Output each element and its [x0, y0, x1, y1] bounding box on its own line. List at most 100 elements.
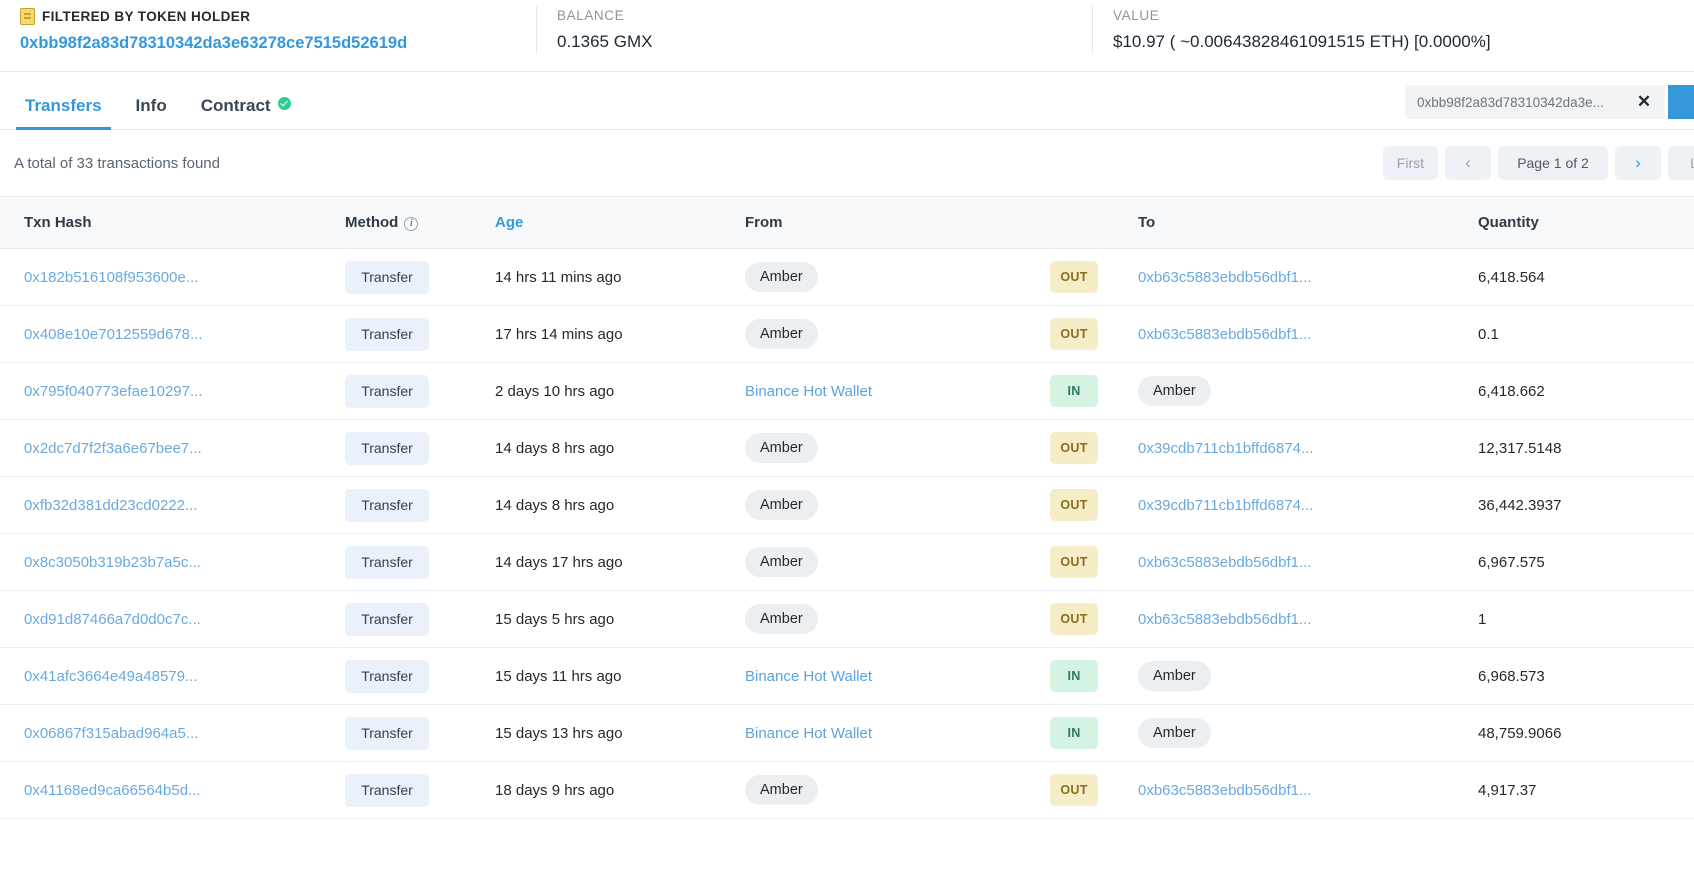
- tab-info[interactable]: Info: [119, 96, 184, 129]
- method-badge[interactable]: Transfer: [345, 432, 429, 465]
- from-address-link[interactable]: Binance Hot Wallet: [745, 383, 872, 400]
- cell-age: 17 hrs 14 mins ago: [485, 306, 735, 363]
- balance-value: 0.1365 GMX: [557, 32, 1062, 52]
- cell-age: 14 hrs 11 mins ago: [485, 249, 735, 306]
- cell-direction: OUT: [1050, 534, 1128, 591]
- column-header-age-label: Age: [495, 214, 523, 231]
- txn-hash-link[interactable]: 0x795f040773efae10297...: [24, 383, 203, 400]
- pagination-prev-button[interactable]: ‹: [1445, 146, 1491, 180]
- to-name-pill[interactable]: Amber: [1138, 661, 1211, 691]
- to-name-pill[interactable]: Amber: [1138, 376, 1211, 406]
- column-header-to[interactable]: To: [1128, 197, 1468, 249]
- txn-hash-link[interactable]: 0xfb32d381dd23cd0222...: [24, 497, 198, 514]
- cell-from: Amber: [735, 477, 1050, 534]
- cell-txn-hash: 0xfb32d381dd23cd0222...: [0, 477, 335, 534]
- to-address-link[interactable]: 0xb63c5883ebdb56dbf1...: [1138, 782, 1312, 799]
- txn-hash-link[interactable]: 0xd91d87466a7d0d0c7c...: [24, 611, 201, 628]
- tab-contract[interactable]: Contract: [184, 96, 308, 129]
- tab-list: Transfers Info Contract: [0, 96, 308, 129]
- balance-label: BALANCE: [557, 8, 1062, 23]
- to-address-link[interactable]: 0xb63c5883ebdb56dbf1...: [1138, 611, 1312, 628]
- cell-txn-hash: 0x408e10e7012559d678...: [0, 306, 335, 363]
- age-text: 15 days 13 hrs ago: [495, 725, 623, 742]
- to-address-link[interactable]: 0xb63c5883ebdb56dbf1...: [1138, 554, 1312, 571]
- to-address-link[interactable]: 0x39cdb711cb1bffd6874...: [1138, 440, 1313, 457]
- token-holder-address-link[interactable]: 0xbb98f2a83d78310342da3e63278ce7515d5261…: [20, 34, 506, 53]
- txn-hash-link[interactable]: 0x06867f315abad964a5...: [24, 725, 198, 742]
- cell-quantity: 48,759.9066: [1468, 705, 1694, 762]
- method-badge[interactable]: Transfer: [345, 717, 429, 750]
- txn-hash-link[interactable]: 0x408e10e7012559d678...: [24, 326, 203, 343]
- column-header-from[interactable]: From: [735, 197, 1050, 249]
- column-header-txn-hash[interactable]: Txn Hash: [0, 197, 335, 249]
- pagination-first-button[interactable]: First: [1383, 146, 1438, 180]
- method-badge[interactable]: Transfer: [345, 318, 429, 351]
- search-input[interactable]: 0xbb98f2a83d78310342da3e...: [1405, 85, 1623, 119]
- txn-hash-link[interactable]: 0x8c3050b319b23b7a5c...: [24, 554, 201, 571]
- cell-age: 14 days 8 hrs ago: [485, 477, 735, 534]
- table-row: 0xd91d87466a7d0d0c7c...Transfer15 days 5…: [0, 591, 1694, 648]
- tab-info-label: Info: [136, 96, 167, 116]
- method-badge[interactable]: Transfer: [345, 774, 429, 807]
- cell-txn-hash: 0x182b516108f953600e...: [0, 249, 335, 306]
- cell-to: 0x39cdb711cb1bffd6874...: [1128, 477, 1468, 534]
- cell-quantity: 4,917.37: [1468, 762, 1694, 819]
- cell-txn-hash: 0x8c3050b319b23b7a5c...: [0, 534, 335, 591]
- from-name-pill[interactable]: Amber: [745, 604, 818, 634]
- method-badge[interactable]: Transfer: [345, 603, 429, 636]
- table-body: 0x182b516108f953600e... Transfer 14 hrs 11…: [0, 249, 1694, 819]
- column-header-method[interactable]: Methodi: [335, 197, 485, 249]
- method-badge[interactable]: Transfer: [345, 261, 429, 294]
- value-amount: $10.97 ( ~0.00643828461091515 ETH) [0.00…: [1113, 32, 1672, 52]
- from-name-pill[interactable]: Amber: [745, 262, 818, 292]
- age-text: 2 days 10 hrs ago: [495, 383, 614, 400]
- from-name-pill[interactable]: Amber: [745, 775, 818, 805]
- cell-txn-hash: 0x41afc3664e49a48579...: [0, 648, 335, 705]
- to-name-pill[interactable]: Amber: [1138, 718, 1211, 748]
- to-address-link[interactable]: 0xb63c5883ebdb56dbf1...: [1138, 326, 1312, 343]
- from-address-link[interactable]: Binance Hot Wallet: [745, 725, 872, 742]
- direction-badge: OUT: [1050, 774, 1098, 806]
- method-badge[interactable]: Transfer: [345, 489, 429, 522]
- from-name-pill[interactable]: Amber: [745, 433, 818, 463]
- cell-quantity: 6,968.573: [1468, 648, 1694, 705]
- transfers-table: Txn Hash Methodi Age From To Quantity 0x…: [0, 196, 1694, 819]
- cell-age: 14 days 8 hrs ago: [485, 420, 735, 477]
- age-text: 15 days 11 hrs ago: [495, 668, 621, 685]
- cell-method: Transfer: [335, 705, 485, 762]
- cell-to: 0xb63c5883ebdb56dbf1...: [1128, 249, 1468, 306]
- column-header-quantity[interactable]: Quantity: [1468, 197, 1694, 249]
- from-address-link[interactable]: Binance Hot Wallet: [745, 668, 872, 685]
- cell-direction: IN: [1050, 363, 1128, 420]
- txn-hash-link[interactable]: 0x41afc3664e49a48579...: [24, 668, 198, 685]
- from-name-pill[interactable]: Amber: [745, 490, 818, 520]
- direction-badge: OUT: [1050, 489, 1098, 521]
- to-address-link[interactable]: 0xb63c5883ebdb56dbf1...: [1138, 269, 1312, 286]
- pagination-last-button[interactable]: L: [1668, 146, 1694, 180]
- pagination-next-button[interactable]: ›: [1615, 146, 1661, 180]
- cell-to: 0xb63c5883ebdb56dbf1...: [1128, 306, 1468, 363]
- info-icon[interactable]: i: [404, 217, 418, 231]
- cell-direction: IN: [1050, 648, 1128, 705]
- txn-hash-link[interactable]: 0x182b516108f953600e...: [24, 269, 198, 286]
- tab-transfers[interactable]: Transfers: [8, 96, 119, 129]
- cell-method: Transfer: [335, 306, 485, 363]
- search-submit-button[interactable]: [1668, 85, 1694, 119]
- cell-quantity: 0.1: [1468, 306, 1694, 363]
- cell-to: Amber: [1128, 363, 1468, 420]
- column-header-age[interactable]: Age: [485, 197, 735, 249]
- method-badge[interactable]: Transfer: [345, 375, 429, 408]
- cell-direction: OUT: [1050, 420, 1128, 477]
- clear-search-icon[interactable]: ✕: [1623, 85, 1665, 119]
- cell-to: 0xb63c5883ebdb56dbf1...: [1128, 534, 1468, 591]
- from-name-pill[interactable]: Amber: [745, 319, 818, 349]
- from-name-pill[interactable]: Amber: [745, 547, 818, 577]
- method-badge[interactable]: Transfer: [345, 660, 429, 693]
- txn-hash-link[interactable]: 0x41168ed9ca66564b5d...: [24, 782, 201, 799]
- quantity-text: 4,917.37: [1478, 782, 1536, 799]
- cell-from: Amber: [735, 420, 1050, 477]
- method-badge[interactable]: Transfer: [345, 546, 429, 579]
- to-address-link[interactable]: 0x39cdb711cb1bffd6874...: [1138, 497, 1313, 514]
- age-text: 14 days 8 hrs ago: [495, 440, 614, 457]
- txn-hash-link[interactable]: 0x2dc7d7f2f3a6e67bee7...: [24, 440, 202, 457]
